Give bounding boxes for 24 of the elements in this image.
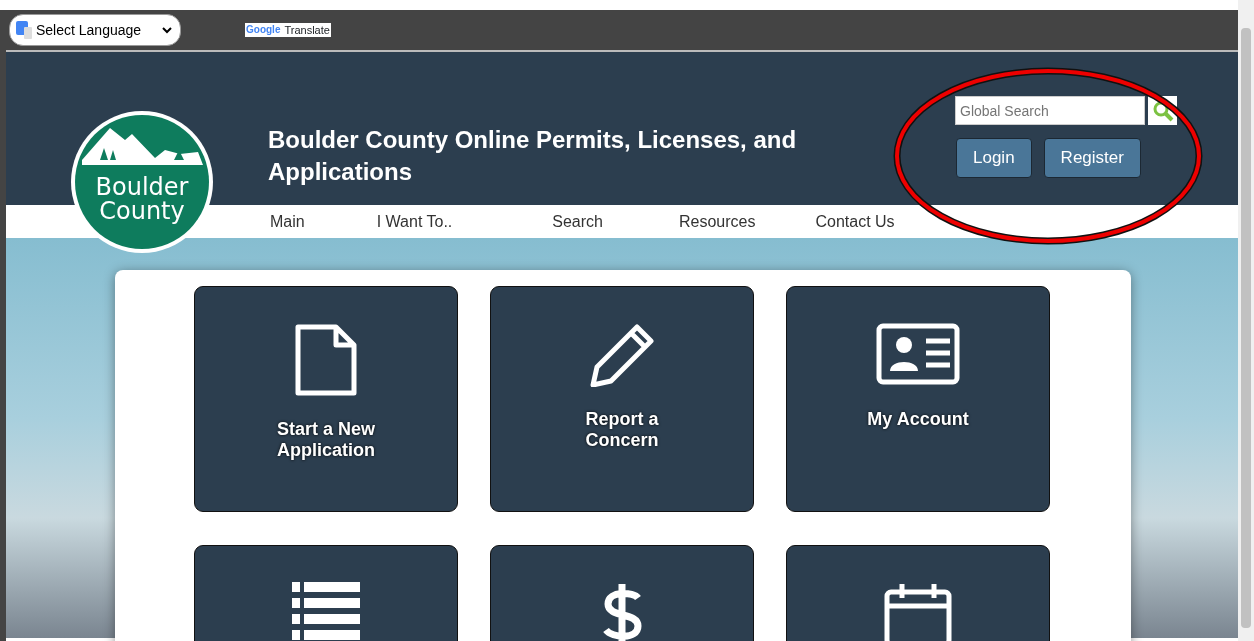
search-field[interactable]: Global Search [955,96,1145,125]
menu-tile[interactable]: Report a Concern [490,286,754,512]
google-logo: Google [246,23,281,37]
county-logo[interactable]: Boulder County [70,110,214,254]
nav-link[interactable]: Contact Us [815,209,895,234]
translate-link[interactable]: Translate [284,23,330,37]
nav-link[interactable]: I Want To.. [376,209,453,234]
scrollbar-thumb[interactable] [1241,28,1251,628]
nav-link[interactable]: Search [552,209,603,234]
language-select[interactable]: Select Language [9,14,181,46]
login-button[interactable]: Login [956,138,1032,178]
site-title: Boulder County Online Permits, Licenses, and Applications [268,125,798,187]
list-icon [292,582,360,641]
nav-link[interactable]: Resources [679,209,756,234]
document-icon [294,323,358,397]
calendar-icon [884,582,952,641]
menu-tile[interactable]: My Account [786,286,1050,512]
search-icon [1151,99,1174,122]
id-card-icon [876,323,960,387]
nav-link[interactable]: Main [270,209,305,234]
menu-tile[interactable]: Start a New Application [194,286,458,512]
register-button[interactable]: Register [1043,138,1141,178]
chevron-down-icon [162,26,172,34]
translate-icon [16,21,32,39]
